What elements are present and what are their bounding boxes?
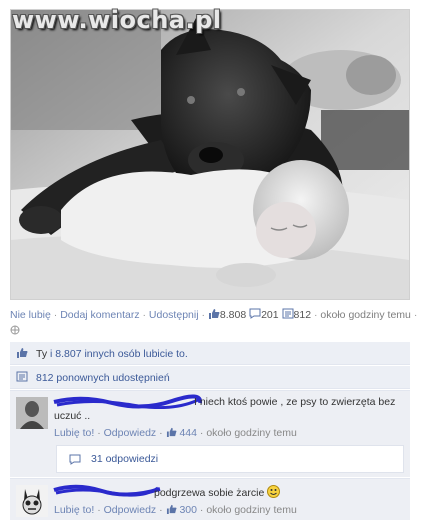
you-label: Ty xyxy=(36,348,48,360)
comment-likes-count[interactable]: 444 xyxy=(179,427,197,439)
others-like-link[interactable]: i 8.807 innych osób lubicie to. xyxy=(47,348,188,360)
comment-icon xyxy=(249,308,261,319)
comment: I niech ktoś powie , ze psy to zwierzęta… xyxy=(10,390,410,477)
dog-and-baby-photo xyxy=(11,10,409,299)
likes-count-link[interactable]: 8.808 xyxy=(208,309,249,321)
replies-count[interactable]: 31 odpowiedzi xyxy=(91,453,158,465)
likes-summary: Ty i 8.807 innych osób lubicie to. xyxy=(10,342,410,365)
comment: podgrzewa sobie żarcie Lubię to! · Odpow… xyxy=(10,478,410,520)
smiley-icon xyxy=(267,485,281,498)
watermark: www.wiocha.pl xyxy=(12,6,222,34)
thumbs-up-icon xyxy=(208,309,220,319)
shares-count-link[interactable]: 812 xyxy=(282,308,314,321)
unlike-link[interactable]: Nie lubię xyxy=(10,309,51,321)
like-comment-link[interactable]: Lubię to! xyxy=(54,504,94,516)
share-icon xyxy=(16,371,28,382)
comment-icon xyxy=(69,454,81,465)
shares-count-text[interactable]: 812 ponownych udostępnień xyxy=(36,372,170,384)
separator-dot: · xyxy=(413,309,418,321)
shares-summary[interactable]: 812 ponownych udostępnień xyxy=(10,366,410,389)
comment-meta: Lubię to! · Odpowiedz · 444 · około godz… xyxy=(54,426,406,440)
share-link[interactable]: Udostępnij xyxy=(149,309,199,321)
comment-text: podgrzewa sobie żarcie xyxy=(154,487,265,499)
thumbs-up-icon xyxy=(166,504,177,514)
share-icon xyxy=(282,308,294,319)
reply-link[interactable]: Odpowiedz xyxy=(104,504,157,516)
avatar[interactable] xyxy=(16,397,48,429)
avatar-image xyxy=(16,485,48,517)
post-photo[interactable] xyxy=(10,9,410,300)
comment-meta: Lubię to! · Odpowiedz · 300 · około godz… xyxy=(54,503,406,517)
post-action-bar: Nie lubię · Dodaj komentarz · Udostępnij… xyxy=(10,307,426,339)
comment-text: I niech ktoś powie , ze psy to zwierzęta… xyxy=(54,396,396,422)
thumbs-up-icon xyxy=(166,427,177,437)
comment-timestamp[interactable]: około godziny temu xyxy=(206,427,296,439)
avatar[interactable] xyxy=(16,485,48,517)
reply-link[interactable]: Odpowiedz xyxy=(104,427,157,439)
like-comment-link[interactable]: Lubię to! xyxy=(54,427,94,439)
thumbs-up-icon xyxy=(17,348,28,358)
comment-likes-count[interactable]: 300 xyxy=(179,504,197,516)
comments-count-link[interactable]: 201 xyxy=(249,308,281,321)
avatar-image xyxy=(16,397,48,429)
view-replies-button[interactable]: 31 odpowiedzi xyxy=(56,445,404,473)
post-timestamp[interactable]: około godziny temu xyxy=(320,309,410,321)
globe-icon xyxy=(10,325,20,335)
add-comment-link[interactable]: Dodaj komentarz xyxy=(60,309,139,321)
comment-timestamp[interactable]: około godziny temu xyxy=(206,504,296,516)
